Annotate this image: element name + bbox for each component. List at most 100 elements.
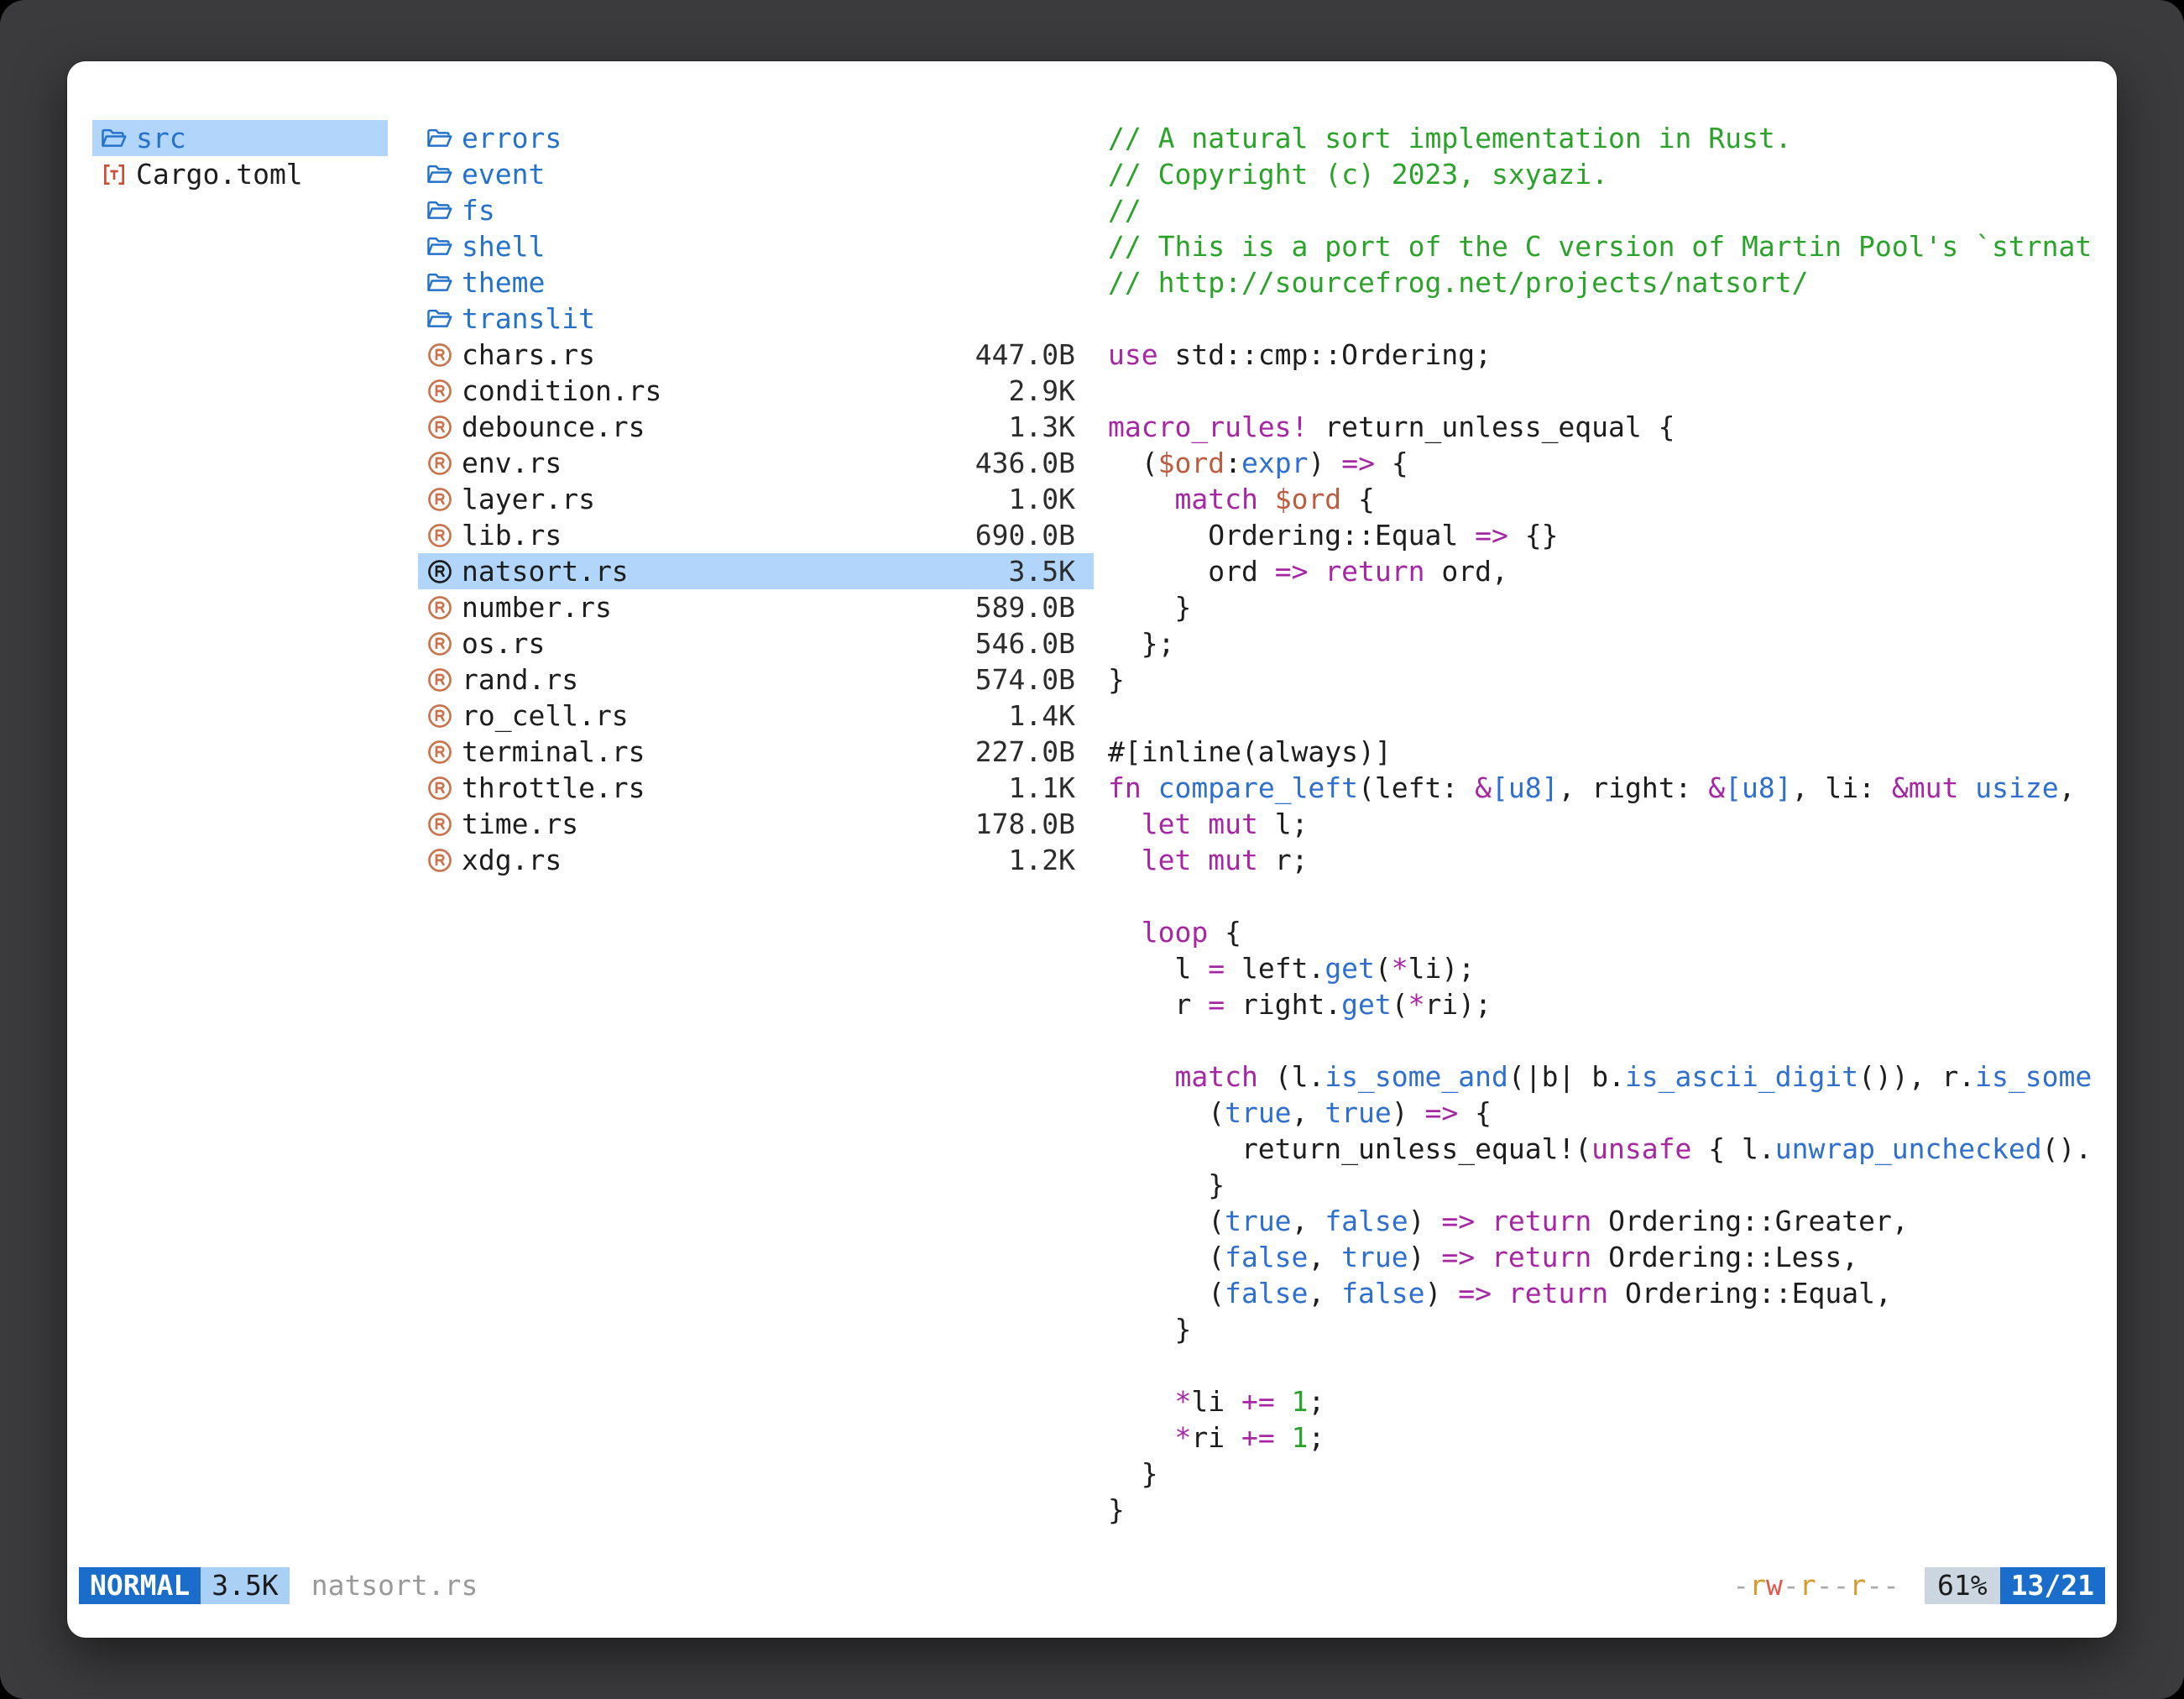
folder-open-icon: [426, 125, 453, 152]
file-item-terminal.rs[interactable]: terminal.rs227.0B: [418, 734, 1094, 770]
item-label: lib.rs: [462, 517, 562, 553]
item-size: 1.4K: [1009, 698, 1075, 734]
code-line: [1108, 698, 2107, 734]
code-line: // http://sourcefrog.net/projects/natsor…: [1108, 264, 2107, 301]
file-item-time.rs[interactable]: time.rs178.0B: [418, 806, 1094, 842]
folder-open-icon: [101, 125, 128, 152]
permissions-text: -rw-r--r--: [1732, 1567, 1899, 1604]
item-label: Cargo.toml: [136, 156, 303, 192]
item-label: terminal.rs: [462, 734, 645, 770]
item-label: env.rs: [462, 445, 562, 481]
code-line: match (l.is_some_and(|b| b.is_ascii_digi…: [1108, 1059, 2107, 1095]
dir-item-shell[interactable]: shell: [418, 228, 1094, 264]
file-item-env.rs[interactable]: env.rs436.0B: [418, 445, 1094, 481]
file-item-layer.rs[interactable]: layer.rs 1.0K: [418, 481, 1094, 517]
code-line: // Copyright (c) 2023, sxyazi.: [1108, 156, 2107, 192]
status-bar-right: -rw-r--r--61%13/21: [1732, 1567, 2105, 1604]
file-item-chars.rs[interactable]: chars.rs 447.0B: [418, 337, 1094, 373]
code-line: (false, true) => return Ordering::Less,: [1108, 1239, 2107, 1275]
item-label: theme: [462, 264, 545, 301]
item-size: 447.0B: [975, 337, 1075, 373]
status-filename: natsort.rs: [311, 1567, 478, 1604]
item-label: chars.rs: [462, 337, 595, 373]
file-item-lib.rs[interactable]: lib.rs 690.0B: [418, 517, 1094, 553]
toml-icon: [101, 161, 128, 188]
rust-icon: [426, 703, 453, 729]
code-line: (true, true) => {: [1108, 1095, 2107, 1131]
item-label: layer.rs: [462, 481, 595, 517]
item-label: rand.rs: [462, 661, 578, 698]
item-size: 1.1K: [1009, 770, 1075, 806]
code-line: }: [1108, 589, 2107, 625]
item-label: throttle.rs: [462, 770, 645, 806]
dir-item-event[interactable]: event: [418, 156, 1094, 192]
code-line: Ordering::Equal => {}: [1108, 517, 2107, 553]
file-item-number.rs[interactable]: number.rs589.0B: [418, 589, 1094, 625]
item-size: 589.0B: [975, 589, 1075, 625]
item-label: event: [462, 156, 545, 192]
dir-item-errors[interactable]: errors: [418, 120, 1094, 156]
code-line: loop {: [1108, 914, 2107, 950]
file-item-condition.rs[interactable]: condition.rs2.9K: [418, 373, 1094, 409]
file-item-os.rs[interactable]: os.rs546.0B: [418, 625, 1094, 661]
rust-icon: [426, 486, 453, 513]
code-line: (true, false) => return Ordering::Greate…: [1108, 1203, 2107, 1239]
item-label: errors: [462, 120, 562, 156]
item-size: 690.0B: [975, 517, 1075, 553]
item-label: ro_cell.rs: [462, 698, 629, 734]
folder-open-icon: [426, 233, 453, 260]
dir-item-translit[interactable]: translit: [418, 301, 1094, 337]
code-line: match $ord {: [1108, 481, 2107, 517]
item-label: translit: [462, 301, 595, 337]
rust-icon: [426, 342, 453, 369]
status-bar: NORMAL3.5Knatsort.rs -rw-r--r--61%13/21: [79, 1567, 2105, 1604]
folder-open-icon: [426, 306, 453, 332]
folder-open-icon: [426, 161, 453, 188]
code-line: ($ord:expr) => {: [1108, 445, 2107, 481]
file-item-rand.rs[interactable]: rand.rs 574.0B: [418, 661, 1094, 698]
code-line: [1108, 878, 2107, 914]
item-size: 574.0B: [975, 661, 1075, 698]
code-line: r = right.get(*ri);: [1108, 986, 2107, 1022]
rust-icon: [426, 811, 453, 838]
file-item-debounce.rs[interactable]: debounce.rs1.3K: [418, 409, 1094, 445]
code-line: #[inline(always)]: [1108, 734, 2107, 770]
rust-icon: [426, 630, 453, 657]
dir-item-theme[interactable]: theme: [418, 264, 1094, 301]
rust-icon: [426, 522, 453, 549]
item-size: 178.0B: [975, 806, 1075, 842]
code-line: }: [1108, 1456, 2107, 1492]
item-label: condition.rs: [462, 373, 661, 409]
item-label: debounce.rs: [462, 409, 645, 445]
item-size: 1.0K: [1009, 481, 1075, 517]
file-size-chip: 3.5K: [201, 1567, 289, 1604]
file-item-throttle.rs[interactable]: throttle.rs 1.1K: [418, 770, 1094, 806]
desktop-background: srcCargo.toml errorseventfsshellthemetra…: [0, 0, 2184, 1699]
file-item-natsort.rs[interactable]: natsort.rs3.5K: [418, 553, 1094, 589]
code-line: *li += 1;: [1108, 1383, 2107, 1419]
rust-icon: [426, 558, 453, 585]
item-label: xdg.rs: [462, 842, 562, 878]
item-label: natsort.rs: [462, 553, 629, 589]
item-label: fs: [462, 192, 495, 228]
item-label: shell: [462, 228, 545, 264]
code-line: [1108, 1022, 2107, 1059]
code-line: return_unless_equal!(unsafe { l.unwrap_u…: [1108, 1131, 2107, 1167]
folder-open-icon: [426, 269, 453, 296]
parent-pane: srcCargo.toml: [92, 120, 388, 192]
status-bar-left: NORMAL3.5Knatsort.rs: [79, 1567, 478, 1604]
item-size: 546.0B: [975, 625, 1075, 661]
file-item-xdg.rs[interactable]: xdg.rs1.2K: [418, 842, 1094, 878]
code-line: };: [1108, 625, 2107, 661]
file-item-Cargo.toml[interactable]: Cargo.toml: [92, 156, 388, 192]
rust-icon: [426, 450, 453, 477]
rust-icon: [426, 739, 453, 766]
item-label: src: [136, 120, 186, 156]
file-item-ro_cell.rs[interactable]: ro_cell.rs 1.4K: [418, 698, 1094, 734]
code-line: (false, false) => return Ordering::Equal…: [1108, 1275, 2107, 1311]
code-line: //: [1108, 192, 2107, 228]
code-line: // A natural sort implementation in Rust…: [1108, 120, 2107, 156]
code-line: ord => return ord,: [1108, 553, 2107, 589]
dir-item-src[interactable]: src: [92, 120, 388, 156]
dir-item-fs[interactable]: fs: [418, 192, 1094, 228]
